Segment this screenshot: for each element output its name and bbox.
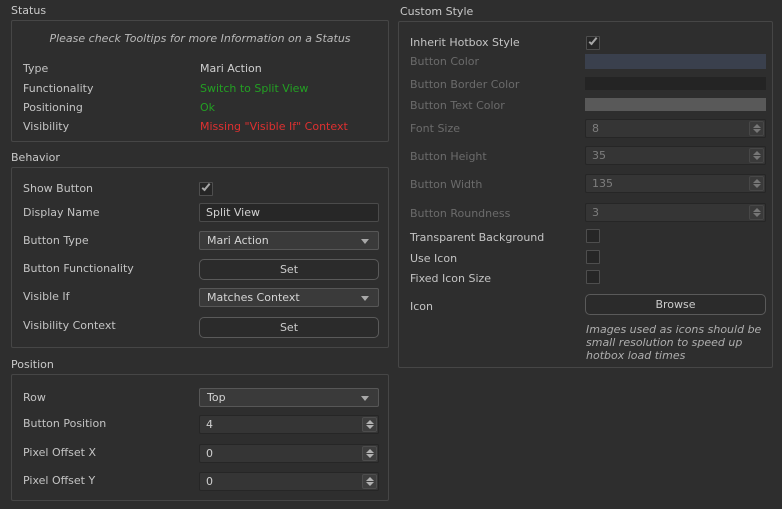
custom-style-groupbox: Inherit Hotbox Style Button Color Button… bbox=[398, 21, 773, 368]
pixel-offset-y-spinner[interactable]: 0 bbox=[199, 472, 379, 491]
spin-down-icon bbox=[753, 213, 761, 217]
visible-if-label: Visible If bbox=[23, 290, 70, 304]
spin-down-icon bbox=[753, 156, 761, 160]
spin-up-icon bbox=[753, 208, 761, 212]
visibility-status: Missing "Visible If" Context bbox=[200, 120, 348, 134]
button-text-color-swatch bbox=[585, 98, 766, 111]
icon-browse-button[interactable]: Browse bbox=[585, 294, 766, 315]
row-dropdown-value: Top bbox=[207, 391, 226, 404]
status-note: Please check Tooltips for more Informati… bbox=[12, 32, 388, 45]
visibility-context-set-button[interactable]: Set bbox=[199, 317, 379, 338]
spin-up-icon bbox=[753, 124, 761, 128]
font-size-spinner: 8 bbox=[585, 119, 766, 138]
display-name-label: Display Name bbox=[23, 206, 100, 220]
button-type-dropdown-value: Mari Action bbox=[207, 234, 269, 247]
dropdown-arrow-icon bbox=[361, 396, 369, 401]
button-width-value: 135 bbox=[592, 175, 613, 192]
button-type-dropdown[interactable]: Mari Action bbox=[199, 231, 379, 250]
spin-up-icon bbox=[753, 151, 761, 155]
status-groupbox: Please check Tooltips for more Informati… bbox=[11, 20, 389, 142]
fixed-icon-size-label: Fixed Icon Size bbox=[410, 272, 491, 286]
icon-label: Icon bbox=[410, 300, 433, 314]
spin-up-icon[interactable] bbox=[366, 477, 374, 481]
button-height-label: Button Height bbox=[410, 150, 487, 164]
visibility-context-label: Visibility Context bbox=[23, 319, 116, 333]
transparent-background-checkbox[interactable] bbox=[586, 229, 600, 243]
visible-if-dropdown-value: Matches Context bbox=[207, 291, 300, 304]
spin-up-icon[interactable] bbox=[366, 449, 374, 453]
spin-down-icon[interactable] bbox=[366, 454, 374, 458]
button-functionality-set-button[interactable]: Set bbox=[199, 259, 379, 280]
button-roundness-label: Button Roundness bbox=[410, 207, 510, 221]
button-position-value: 4 bbox=[206, 416, 213, 433]
button-width-label: Button Width bbox=[410, 178, 482, 192]
type-label: Type bbox=[23, 62, 48, 76]
functionality-status: Switch to Split View bbox=[200, 82, 308, 96]
icon-note: Images used as icons should be small res… bbox=[586, 323, 768, 362]
position-groupbox: Row Top Button Position 4 Pixel Offset X… bbox=[11, 374, 389, 501]
spin-down-icon[interactable] bbox=[366, 482, 374, 486]
dropdown-arrow-icon bbox=[361, 239, 369, 244]
button-position-label: Button Position bbox=[23, 417, 106, 431]
dropdown-arrow-icon bbox=[361, 296, 369, 301]
spin-up-icon[interactable] bbox=[366, 420, 374, 424]
spin-down-icon bbox=[753, 129, 761, 133]
use-icon-checkbox[interactable] bbox=[586, 250, 600, 264]
button-position-spinner[interactable]: 4 bbox=[199, 415, 379, 434]
button-type-label: Button Type bbox=[23, 234, 89, 248]
inherit-hotbox-style-label: Inherit Hotbox Style bbox=[410, 36, 520, 50]
font-size-label: Font Size bbox=[410, 122, 460, 136]
button-color-label: Button Color bbox=[410, 55, 479, 69]
positioning-label: Positioning bbox=[23, 101, 83, 115]
row-dropdown[interactable]: Top bbox=[199, 388, 379, 407]
pixel-offset-x-label: Pixel Offset X bbox=[23, 446, 96, 460]
show-button-checkbox[interactable] bbox=[199, 182, 213, 196]
checkmark-icon bbox=[202, 182, 211, 191]
show-button-label: Show Button bbox=[23, 182, 93, 196]
font-size-value: 8 bbox=[592, 120, 599, 137]
pixel-offset-y-label: Pixel Offset Y bbox=[23, 474, 95, 488]
spin-up-icon bbox=[753, 179, 761, 183]
visibility-label: Visibility bbox=[23, 120, 69, 134]
behavior-group-title: Behavior bbox=[11, 151, 60, 164]
button-border-color-swatch bbox=[585, 77, 766, 90]
button-text-color-label: Button Text Color bbox=[410, 99, 505, 113]
row-label: Row bbox=[23, 391, 46, 405]
visible-if-dropdown[interactable]: Matches Context bbox=[199, 288, 379, 307]
button-height-value: 35 bbox=[592, 147, 606, 164]
spin-down-icon[interactable] bbox=[366, 425, 374, 429]
positioning-status: Ok bbox=[200, 101, 215, 115]
transparent-background-label: Transparent Background bbox=[410, 231, 544, 245]
pixel-offset-y-value: 0 bbox=[206, 473, 213, 490]
position-group-title: Position bbox=[11, 358, 54, 371]
spin-down-icon bbox=[753, 184, 761, 188]
use-icon-label: Use Icon bbox=[410, 252, 457, 266]
button-functionality-label: Button Functionality bbox=[23, 262, 134, 276]
inherit-hotbox-style-checkbox[interactable] bbox=[586, 36, 600, 50]
button-color-swatch bbox=[585, 54, 766, 69]
behavior-groupbox: Show Button Display Name Split View Butt… bbox=[11, 167, 389, 348]
custom-style-group-title: Custom Style bbox=[400, 5, 473, 18]
fixed-icon-size-checkbox[interactable] bbox=[586, 270, 600, 284]
functionality-label: Functionality bbox=[23, 82, 93, 96]
button-width-spinner: 135 bbox=[585, 174, 766, 193]
status-group-title: Status bbox=[11, 4, 46, 17]
button-border-color-label: Button Border Color bbox=[410, 78, 519, 92]
checkmark-icon bbox=[589, 36, 598, 45]
type-value: Mari Action bbox=[200, 62, 262, 76]
pixel-offset-x-value: 0 bbox=[206, 445, 213, 462]
button-roundness-spinner: 3 bbox=[585, 203, 766, 222]
display-name-input[interactable]: Split View bbox=[199, 203, 379, 222]
button-roundness-value: 3 bbox=[592, 204, 599, 221]
button-height-spinner: 35 bbox=[585, 146, 766, 165]
pixel-offset-x-spinner[interactable]: 0 bbox=[199, 444, 379, 463]
